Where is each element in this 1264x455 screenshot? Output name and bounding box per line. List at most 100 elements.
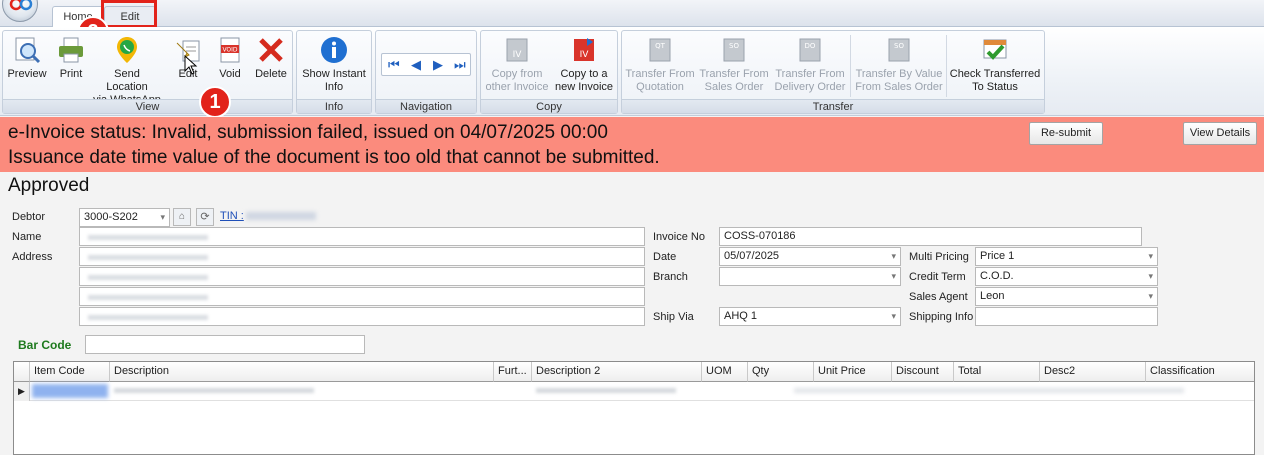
delete-button[interactable]: Delete (251, 31, 291, 99)
ribbon-group-copy: IV Copy from other Invoice IV Copy to a … (480, 30, 618, 114)
col-further[interactable]: Furt... (494, 362, 532, 382)
transfer-by-value-icon: SO (888, 38, 910, 62)
transfer-from-quotation-button[interactable]: QT Transfer From Quotation (624, 31, 696, 99)
so-icon-text-1: SO (729, 42, 739, 50)
send-location-label-1: Send Location (106, 68, 148, 93)
transfer-separator (850, 35, 851, 97)
shipping-info-label: Shipping Info (909, 311, 974, 323)
copy-to-new-invoice-button[interactable]: IV Copy to a new Invoice (551, 31, 617, 99)
ship-via-select[interactable]: AHQ 1 (719, 307, 901, 326)
void-icon-text: VOID (222, 47, 237, 54)
iv-icon-text-1: IV (513, 50, 523, 60)
ship-via-label: Ship Via (653, 311, 694, 323)
transfer-from-delivery-order-button[interactable]: DO Transfer From Delivery Order (772, 31, 848, 99)
first-record-icon[interactable]: ⏮ (388, 57, 400, 73)
item-grid: Item Code Description Furt... Descriptio… (13, 361, 1255, 455)
invoice-no-label: Invoice No (653, 231, 705, 243)
transfer-from-sales-order-button[interactable]: SO Transfer From Sales Order (698, 31, 770, 99)
table-row[interactable]: ▶ (14, 382, 1254, 401)
sales-order-transfer-icon: SO (723, 38, 745, 62)
iv-icon-text-2: IV (580, 50, 590, 60)
copy-from-other-invoice-button[interactable]: IV Copy from other Invoice (483, 31, 551, 99)
credit-term-select[interactable]: C.O.D. (975, 267, 1158, 286)
show-instant-info-button[interactable]: Show Instant Info (299, 31, 369, 99)
do-icon-text: DO (805, 42, 816, 50)
tfdo-label-2: Delivery Order (774, 81, 846, 93)
refresh-icon[interactable]: ⟳ (196, 208, 214, 226)
col-item-code[interactable]: Item Code (30, 362, 110, 382)
edit-button[interactable]: Edit (166, 31, 210, 99)
copy-to-invoice-icon: IV (574, 38, 594, 61)
whatsapp-location-icon (117, 37, 137, 63)
transfer-separator-2 (946, 35, 947, 97)
date-field[interactable]: 05/07/2025 (719, 247, 901, 266)
document-status-title: Approved (8, 175, 90, 196)
qt-icon-text: QT (655, 42, 666, 50)
ribbon-tab-bar (0, 0, 1264, 27)
col-description[interactable]: Description (110, 362, 494, 382)
address-line-4[interactable] (79, 307, 645, 326)
row-item-code-blurred (32, 384, 108, 398)
debtor-lookup-icon[interactable]: ⌂ (173, 208, 191, 226)
navigation-group-caption: Navigation (376, 99, 476, 113)
print-button[interactable]: Print (51, 31, 91, 99)
next-record-icon[interactable]: ▶ (433, 57, 443, 73)
tin-value-blurred (246, 212, 316, 220)
col-qty[interactable]: Qty (748, 362, 814, 382)
transfer-by-value-button[interactable]: SO Transfer By Value From Sales Order (854, 31, 944, 99)
address-label: Address (12, 251, 53, 263)
col-desc2[interactable]: Desc2 (1040, 362, 1146, 382)
mouse-cursor-icon (184, 55, 198, 75)
multi-pricing-select[interactable]: Price 1 (975, 247, 1158, 266)
transfer-group-caption: Transfer (622, 99, 1044, 113)
preview-label: Preview (7, 68, 47, 80)
shipping-info-field[interactable] (975, 307, 1158, 326)
col-unit-price[interactable]: Unit Price (814, 362, 892, 382)
invoice-no-field[interactable]: COSS-070186 (719, 227, 1142, 246)
tin-link[interactable]: TIN : (220, 210, 244, 222)
einvoice-status-text: e-Invoice status: Invalid, submission fa… (8, 122, 608, 143)
einvoice-status-banner: e-Invoice status: Invalid, submission fa… (0, 117, 1264, 172)
col-discount[interactable]: Discount (892, 362, 954, 382)
name-field[interactable] (79, 227, 645, 246)
debtor-select[interactable]: 3000-S202 (79, 208, 170, 227)
last-record-icon[interactable]: ⏭ (454, 57, 466, 73)
multi-pricing-label: Multi Pricing (909, 251, 969, 263)
resubmit-button[interactable]: Re-submit (1029, 122, 1103, 145)
bar-code-input[interactable] (85, 335, 365, 354)
delete-label: Delete (255, 68, 287, 80)
credit-term-label: Credit Term (909, 271, 966, 283)
preview-button[interactable]: Preview (5, 31, 49, 99)
check-label-1: Check Transferred (949, 68, 1041, 80)
view-details-button[interactable]: View Details (1183, 122, 1257, 145)
row-selector-icon: ▶ (14, 382, 30, 401)
info-group-caption: Info (297, 99, 371, 113)
address-line-1[interactable] (79, 247, 645, 266)
date-label: Date (653, 251, 677, 263)
col-description-2[interactable]: Description 2 (532, 362, 702, 382)
send-location-whatsapp-button[interactable]: Send Location via WhatsApp (93, 31, 161, 106)
row-values-blurred (794, 388, 1184, 393)
col-total[interactable]: Total (954, 362, 1040, 382)
void-document-icon: VOID (220, 37, 240, 63)
delivery-order-transfer-icon: DO (799, 38, 821, 62)
void-label: Void (219, 68, 241, 80)
col-classification[interactable]: Classification (1146, 362, 1254, 382)
ribbon-group-transfer: QT Transfer From Quotation SO Transfer F… (621, 30, 1045, 114)
copy-other-label-1: Copy from (491, 68, 543, 80)
quotation-transfer-icon: QT (649, 38, 671, 62)
col-uom[interactable]: UOM (702, 362, 748, 382)
show-instant-label-1: Show Instant (302, 68, 366, 80)
previous-record-icon[interactable]: ◀ (411, 57, 421, 73)
ribbon-group-info: Show Instant Info Info (296, 30, 372, 114)
ribbon-group-navigation: ⏮ ◀ ▶ ⏭ Navigation (375, 30, 477, 114)
tfq-label-2: Quotation (636, 81, 684, 93)
branch-select[interactable] (719, 267, 901, 286)
check-transferred-status-button[interactable]: Check Transferred To Status (948, 31, 1042, 99)
tfso-label-2: Sales Order (704, 81, 764, 93)
sales-agent-select[interactable]: Leon (975, 287, 1158, 306)
address-line-2[interactable] (79, 267, 645, 286)
address-line-3[interactable] (79, 287, 645, 306)
debtor-label: Debtor (12, 211, 46, 223)
delete-x-icon (259, 38, 283, 62)
